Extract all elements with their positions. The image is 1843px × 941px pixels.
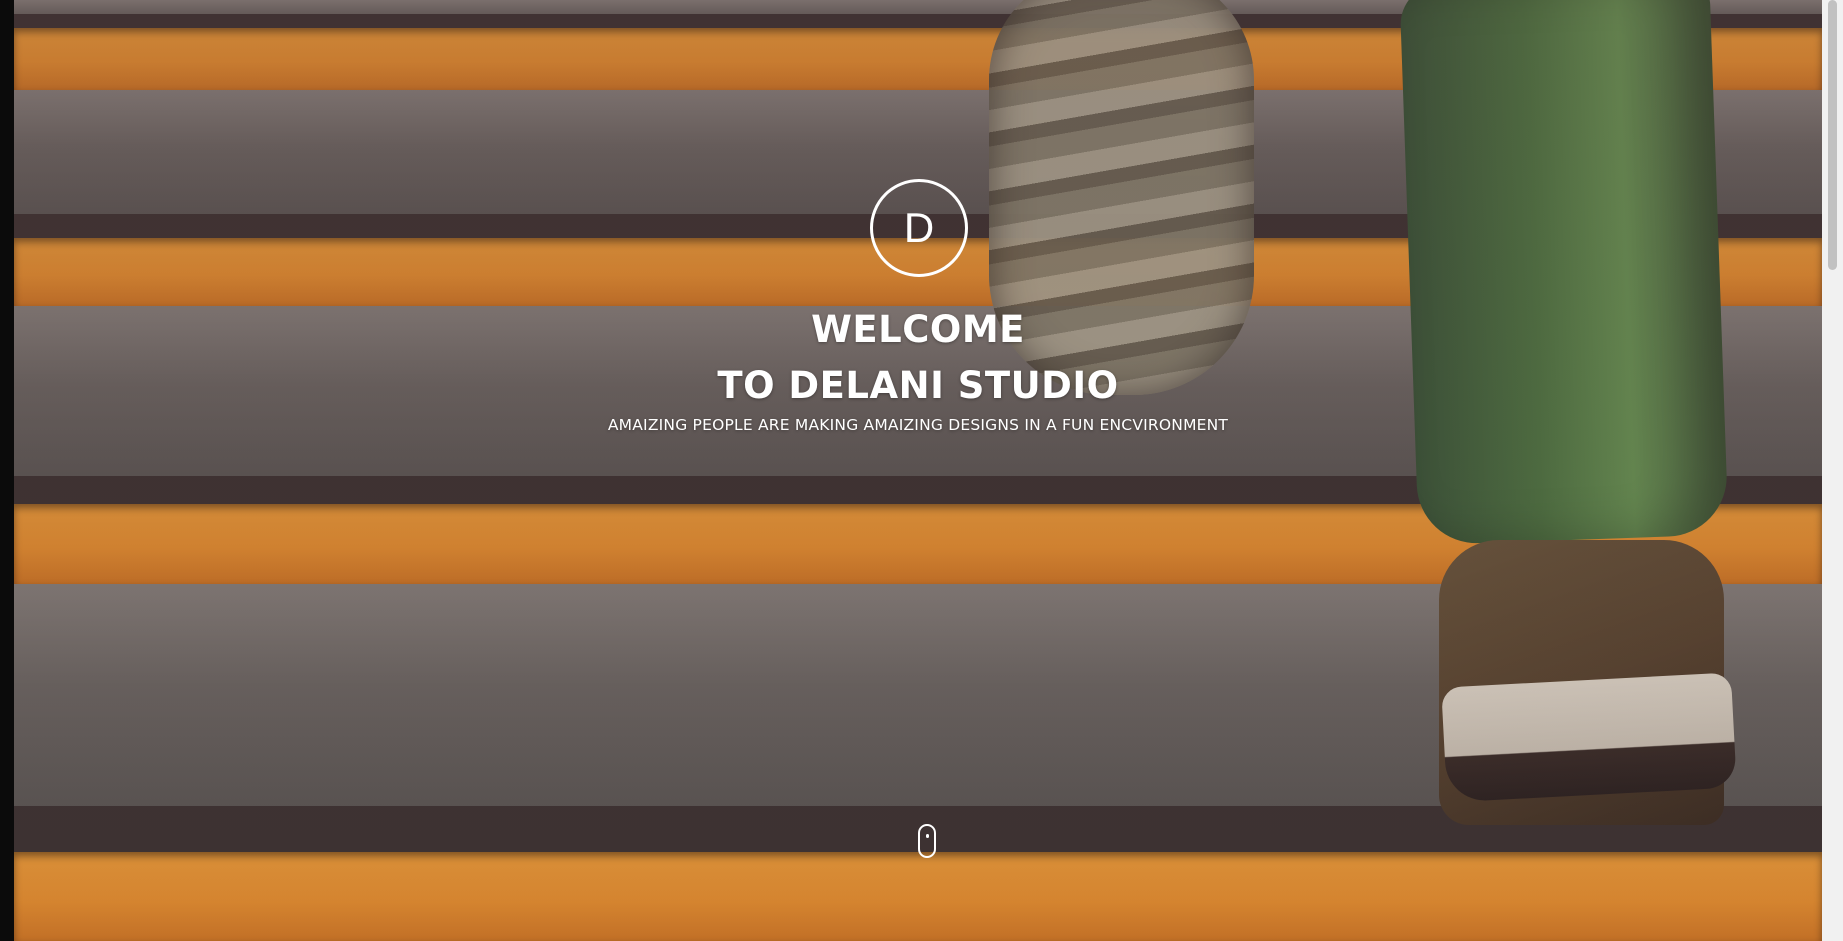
title-line-2: TO DELANI STUDIO bbox=[717, 364, 1119, 407]
hero-section: D WELCOME TO DELANI STUDIO AMAIZING PEOP… bbox=[14, 0, 1822, 941]
title-line-1: WELCOME bbox=[811, 308, 1025, 351]
vertical-scrollbar[interactable] bbox=[1822, 0, 1843, 941]
scrollbar-thumb[interactable] bbox=[1828, 0, 1837, 270]
page-title: WELCOME TO DELANI STUDIO bbox=[14, 302, 1822, 414]
mouse-scroll-icon[interactable] bbox=[918, 824, 936, 858]
logo-letter: D bbox=[903, 204, 935, 251]
page-subtitle: AMAIZING PEOPLE ARE MAKING AMAIZING DESI… bbox=[607, 416, 1229, 434]
logo-icon[interactable]: D bbox=[870, 179, 968, 277]
hero-content: D WELCOME TO DELANI STUDIO AMAIZING PEOP… bbox=[14, 0, 1822, 941]
page-left-edge bbox=[0, 0, 14, 941]
mouse-wheel-dot bbox=[926, 834, 929, 838]
